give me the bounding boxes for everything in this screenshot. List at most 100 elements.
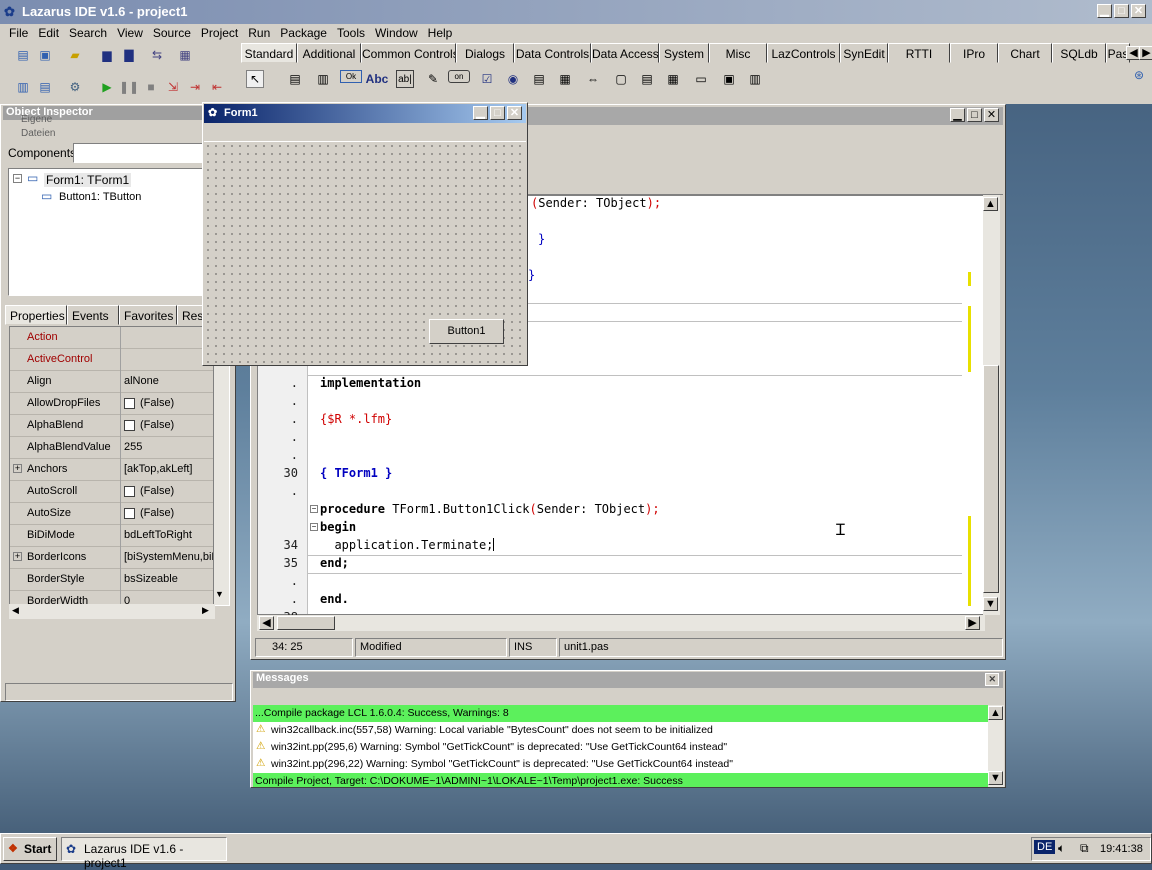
fold-icon[interactable]: − <box>310 523 318 531</box>
editor-vscroll[interactable]: ▲ ▼ <box>983 195 1000 615</box>
message-item[interactable]: ...Compile package LCL 1.6.0.4: Success,… <box>253 705 989 722</box>
tradiobutton-icon[interactable]: ◉ <box>504 70 522 88</box>
menu-project[interactable]: Project <box>196 24 243 42</box>
tree-node-form1[interactable]: Form1: TForm1 <box>44 173 132 187</box>
toggle-form-icon[interactable]: ⇆ <box>148 46 166 64</box>
speaker-icon[interactable]: 🔈︎ <box>1058 841 1065 856</box>
tpanel-icon[interactable]: ▭ <box>692 70 710 88</box>
palette-tab-rtti[interactable]: RTTI <box>888 43 950 63</box>
message-item[interactable]: Compile Project, Target: C:\DOKUME~1\ADM… <box>253 773 989 787</box>
save-icon[interactable]: ▆ <box>98 46 116 64</box>
property-row[interactable]: AutoSize (False) <box>10 503 214 525</box>
palette-tab-common-controls[interactable]: Common Controls <box>361 43 456 63</box>
tradiogroup-icon[interactable]: ▤ <box>638 70 656 88</box>
view-forms-icon[interactable]: ▥ <box>14 78 32 96</box>
scroll-right-icon[interactable]: ▶ <box>965 616 980 630</box>
tscrollbar-icon[interactable]: ⇔ <box>584 70 602 88</box>
stop-icon[interactable]: ■ <box>142 78 160 96</box>
checkbox-icon[interactable] <box>124 398 135 409</box>
menu-search[interactable]: Search <box>64 24 112 42</box>
step-into-icon[interactable]: ⇲ <box>164 78 182 96</box>
scroll-up-icon[interactable]: ▲ <box>983 197 998 211</box>
expand-icon[interactable]: + <box>13 464 22 473</box>
property-row[interactable]: BiDiMode bdLeftToRight <box>10 525 214 547</box>
menu-file[interactable]: File <box>4 24 33 42</box>
ide-title-bar[interactable]: ✿ Lazarus IDE v1.6 - project1 ▁ □ ✕ <box>0 0 1152 24</box>
tlabel-icon[interactable]: Abc <box>366 70 389 88</box>
message-item[interactable]: ⚠ win32int.pp(295,6) Warning: Symbol "Get… <box>253 739 989 756</box>
tedit-icon[interactable]: ab| <box>396 70 414 88</box>
property-grid-hscroll[interactable]: ◀ ▶ <box>9 604 215 619</box>
scroll-down-icon[interactable]: ▼ <box>215 589 224 599</box>
tcheckbox-icon[interactable]: ☑ <box>478 70 496 88</box>
menu-help[interactable]: Help <box>423 24 458 42</box>
project-options-icon[interactable]: ▤ <box>36 78 54 96</box>
palette-tab-lazcontrols[interactable]: LazControls <box>767 43 840 63</box>
palette-tab-additional[interactable]: Additional <box>297 43 361 63</box>
editor-maximize-button[interactable]: □ <box>967 108 982 122</box>
close-button[interactable]: ✕ <box>1131 4 1146 18</box>
editor-hscroll[interactable]: ◀ ▶ <box>257 615 985 631</box>
property-grid-vscroll[interactable]: ▼ <box>213 326 230 606</box>
tgroupbox-icon[interactable]: ▢ <box>612 70 630 88</box>
palette-tab-standard[interactable]: Standard <box>241 43 297 63</box>
maximize-button[interactable]: □ <box>1114 4 1129 18</box>
tmemo-icon[interactable]: ✎ <box>424 70 442 88</box>
tcheckgroup-icon[interactable]: ▦ <box>664 70 682 88</box>
pause-icon[interactable]: ❚❚ <box>119 78 139 96</box>
save-all-icon[interactable]: ▇ <box>120 46 138 64</box>
form-title-bar[interactable]: ✿ Form1 ▁ □ ✕ <box>204 104 526 123</box>
hscroll-thumb[interactable] <box>277 616 335 630</box>
palette-tab-data-access[interactable]: Data Access <box>591 43 659 63</box>
taskbar-button-lazarus[interactable]: ✿ Lazarus IDE v1.6 - project1 <box>61 837 227 870</box>
editor-close-button[interactable]: ✕ <box>984 108 999 122</box>
tbutton-icon[interactable]: Ok <box>340 70 362 83</box>
property-row[interactable]: AlphaBlend (False) <box>10 415 214 437</box>
palette-tab-sqldb[interactable]: SQLdb <box>1052 43 1106 63</box>
expand-icon[interactable]: + <box>13 552 22 561</box>
fold-icon[interactable]: − <box>310 505 318 513</box>
messages-vscroll[interactable]: ▲ ▼ <box>988 705 1004 787</box>
checkbox-icon[interactable] <box>124 508 135 519</box>
messages-title-bar[interactable]: Messages ✕ <box>253 672 1003 688</box>
scroll-up-icon[interactable]: ▲ <box>988 706 1003 720</box>
message-item[interactable]: ⚠ win32int.pp(296,22) Warning: Symbol "Ge… <box>253 756 989 773</box>
palette-tab-chart[interactable]: Chart <box>998 43 1052 63</box>
property-row[interactable]: AutoScroll (False) <box>10 481 214 503</box>
property-row[interactable]: AlphaBlendValue 255 <box>10 437 214 459</box>
scroll-left-icon[interactable]: ◀ <box>259 616 274 630</box>
tlistbox-icon[interactable]: ▤ <box>530 70 548 88</box>
build-mode-icon[interactable]: ⚙ <box>66 78 84 96</box>
tcombobox-icon[interactable]: ▦ <box>556 70 574 88</box>
form-minimize-button[interactable]: ▁ <box>473 106 488 120</box>
menu-edit[interactable]: Edit <box>33 24 64 42</box>
start-button[interactable]: ❖ Start <box>3 837 57 861</box>
inspector-tab-events[interactable]: Events <box>67 305 119 325</box>
menu-source[interactable]: Source <box>148 24 196 42</box>
new-unit-icon[interactable]: ▤ <box>14 46 32 64</box>
step-over-icon[interactable]: ⇥ <box>186 78 204 96</box>
button1[interactable]: Button1 <box>429 319 504 344</box>
run-icon[interactable]: ▶ <box>98 78 116 96</box>
palette-tab-synedit[interactable]: SynEdit <box>840 43 888 63</box>
minimize-button[interactable]: ▁ <box>1097 4 1112 18</box>
scroll-down-icon[interactable]: ▼ <box>983 597 998 611</box>
tree-node-button1[interactable]: Button1: TButton <box>59 191 141 203</box>
menu-tools[interactable]: Tools <box>332 24 370 42</box>
scroll-right-icon[interactable]: ▶ <box>202 605 209 616</box>
pointer-icon[interactable]: ↖ <box>246 70 264 88</box>
view-units-icon[interactable]: ▦ <box>176 46 194 64</box>
palette-tab-ipro[interactable]: IPro <box>950 43 998 63</box>
scroll-left-icon[interactable]: ◀ <box>12 605 19 616</box>
palette-tab-system[interactable]: System <box>659 43 709 63</box>
property-row[interactable]: + Anchors [akTop,akLeft] <box>10 459 214 481</box>
menu-window[interactable]: Window <box>370 24 423 42</box>
open-icon[interactable]: ▰ <box>66 46 84 64</box>
inspector-tab-properties[interactable]: Properties <box>5 305 67 325</box>
palette-expand-icon[interactable]: ⊛ <box>1134 68 1144 82</box>
tpopupmenu-icon[interactable]: ▥ <box>314 70 332 88</box>
checkbox-icon[interactable] <box>124 420 135 431</box>
property-row[interactable]: Align alNone <box>10 371 214 393</box>
property-row[interactable]: AllowDropFiles (False) <box>10 393 214 415</box>
inspector-tab-favorites[interactable]: Favorites <box>119 305 177 325</box>
